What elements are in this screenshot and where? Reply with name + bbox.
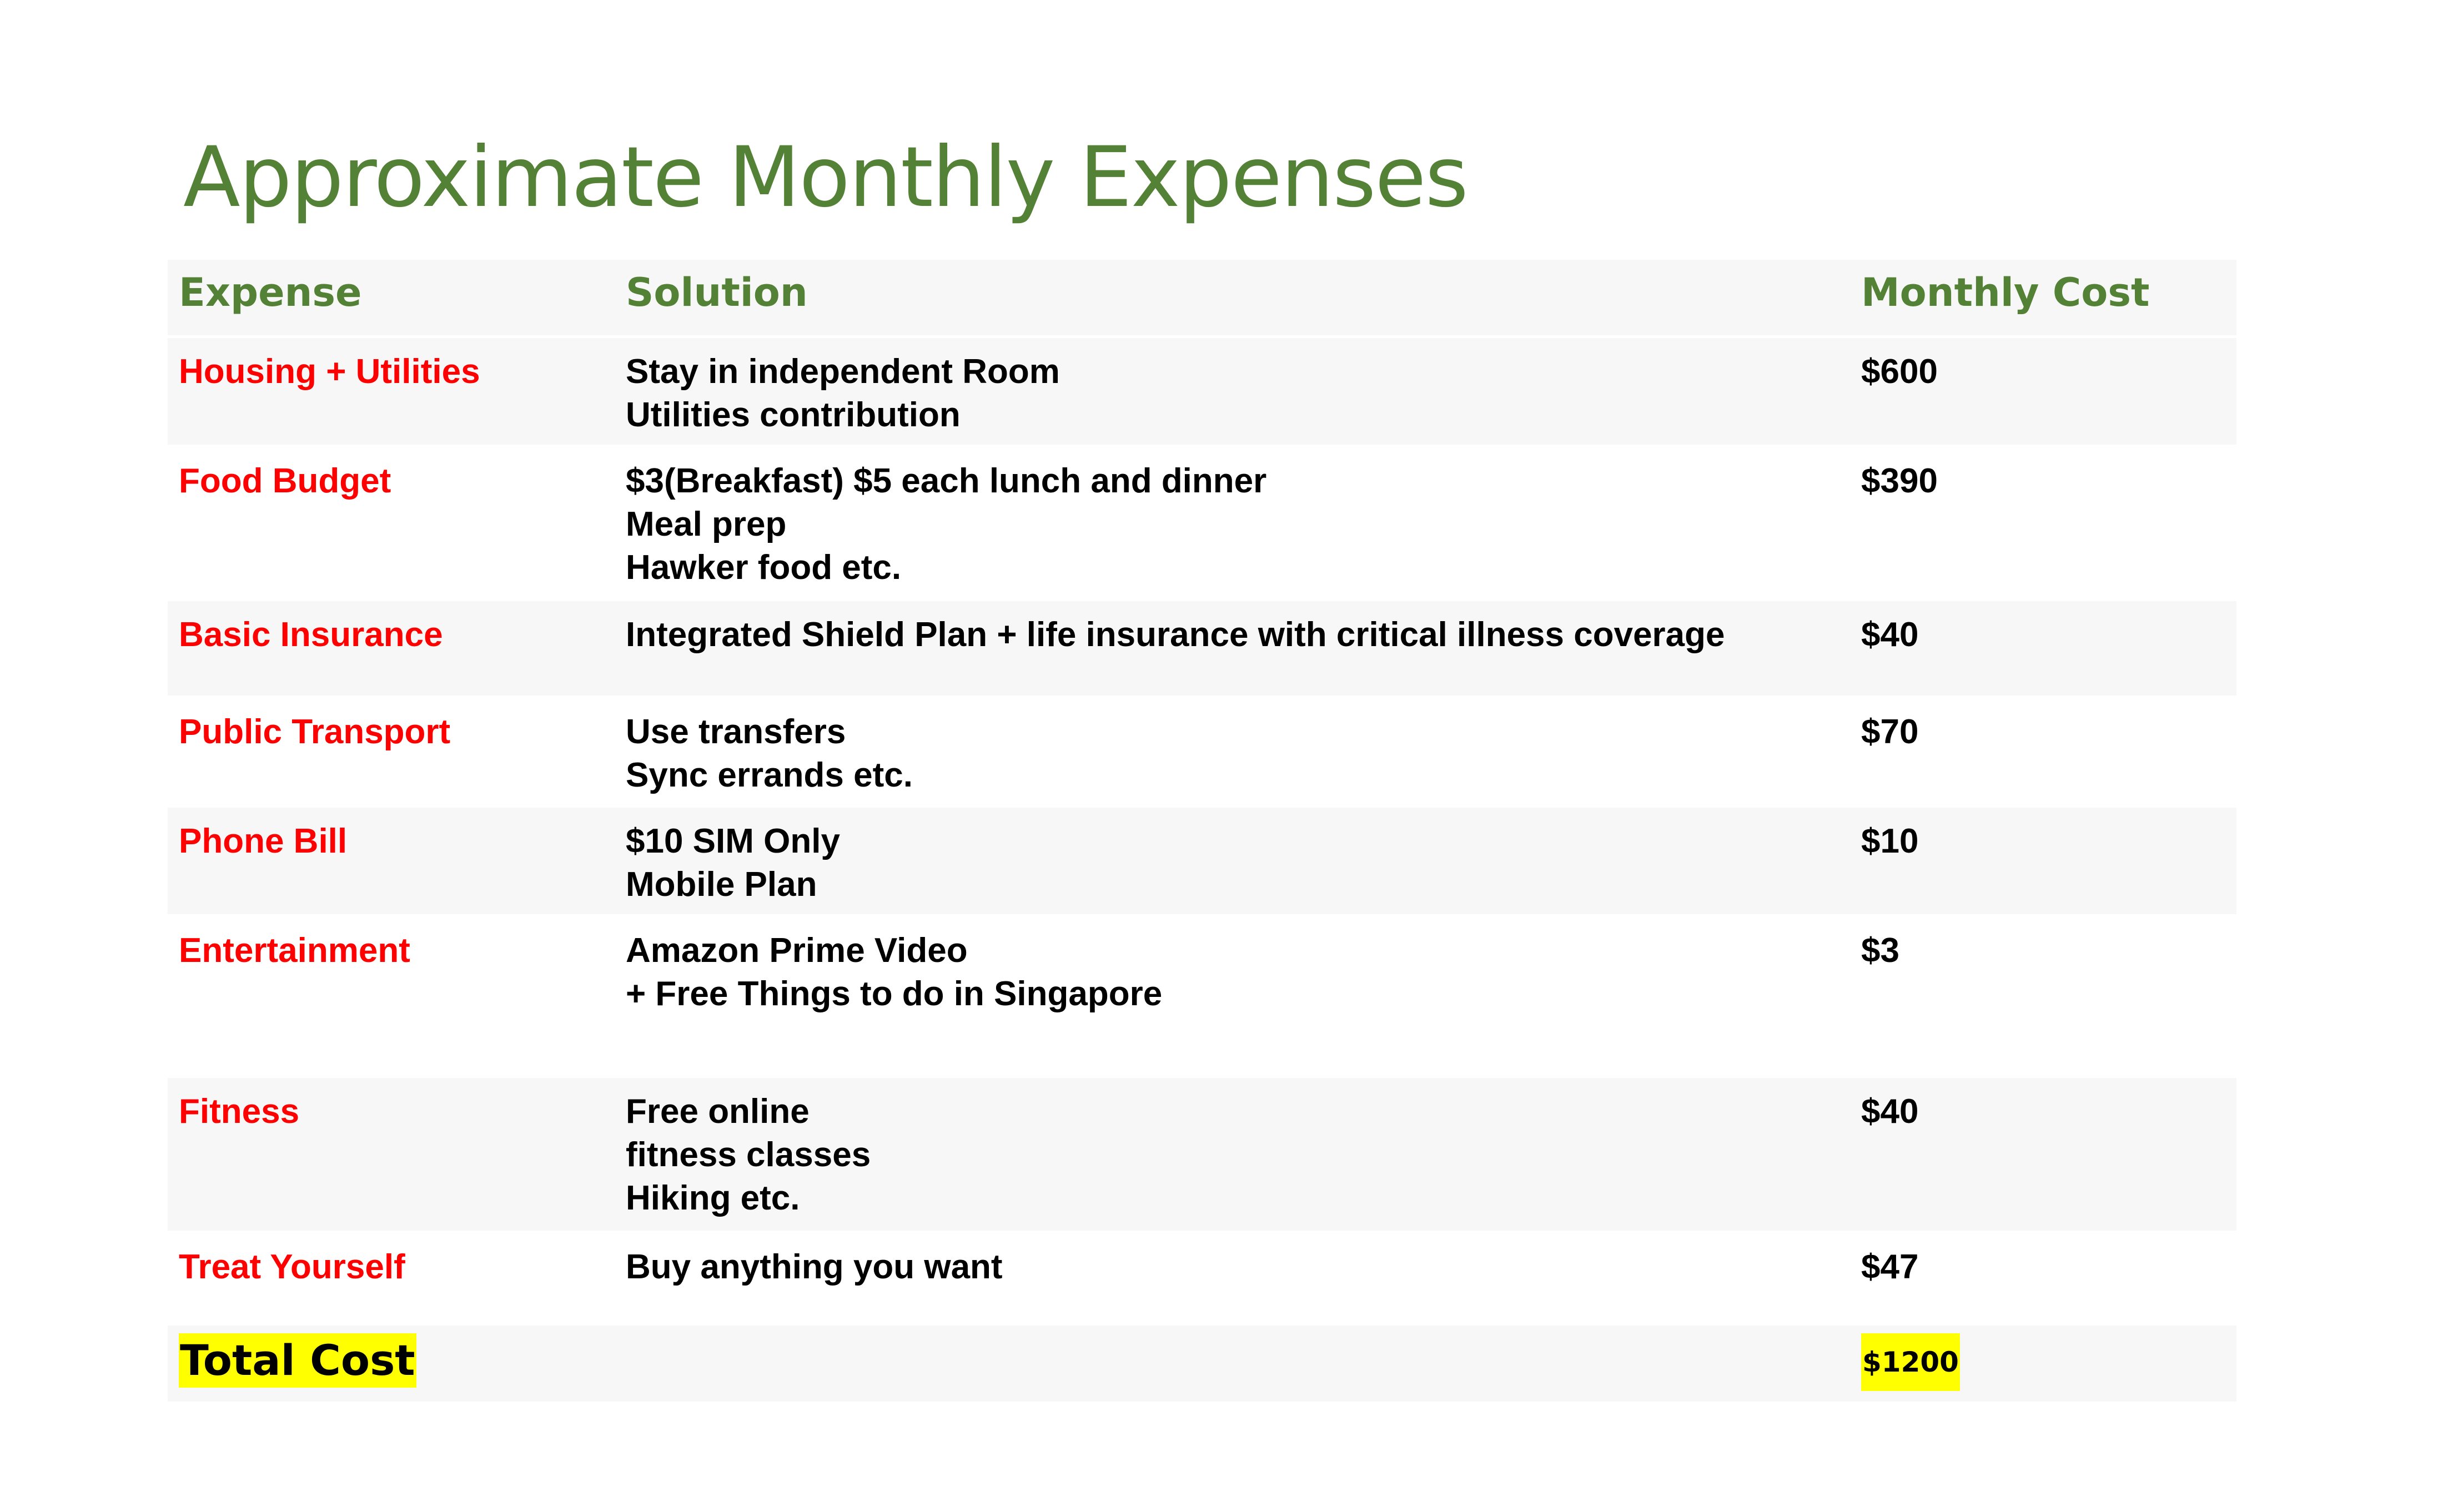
solution-cell: $3(Breakfast) $5 each lunch and dinner M… xyxy=(615,444,1850,599)
expense-name: Phone Bill xyxy=(168,804,615,915)
page-title: Approximate Monthly Expenses xyxy=(183,129,1469,226)
expense-name: Entertainment xyxy=(168,914,615,1076)
expense-name: Housing + Utilities xyxy=(168,335,615,446)
total-value-cell: $1200 xyxy=(1850,1322,2236,1402)
solution-line: Mobile Plan xyxy=(626,865,817,904)
solution-cell: Integrated Shield Plan + life insurance … xyxy=(615,598,1850,697)
table-row: Treat Yourself Buy anything you want $47 xyxy=(168,1230,2236,1324)
expense-name: Food Budget xyxy=(168,444,615,599)
solution-line: Stay in independent Room xyxy=(626,352,1060,391)
solution-cell: Free online fitness classes Hiking etc. xyxy=(615,1075,1850,1232)
solution-line: fitness classes xyxy=(626,1135,871,1174)
expense-name: Basic Insurance xyxy=(168,598,615,697)
solution-line: Sync errands etc. xyxy=(626,755,913,794)
monthly-cost: $40 xyxy=(1850,1075,2236,1232)
table-row: Fitness Free online fitness classes Hiki… xyxy=(168,1075,2236,1232)
solution-line: Hawker food etc. xyxy=(626,548,902,587)
solution-line: Utilities contribution xyxy=(626,395,961,434)
expense-name: Public Transport xyxy=(168,695,615,806)
solution-cell: $10 SIM Only Mobile Plan xyxy=(615,804,1850,915)
monthly-cost: $47 xyxy=(1850,1230,2236,1324)
monthly-cost: $390 xyxy=(1850,444,2236,599)
solution-line: Integrated Shield Plan + life insurance … xyxy=(626,615,1725,654)
expense-name: Fitness xyxy=(168,1075,615,1232)
solution-cell: Buy anything you want xyxy=(615,1230,1850,1324)
total-row: Total Cost $1200 xyxy=(168,1322,2236,1402)
solution-cell: Amazon Prime Video + Free Things to do i… xyxy=(615,914,1850,1076)
table-row: Phone Bill $10 SIM Only Mobile Plan $10 xyxy=(168,804,2236,915)
solution-line: Use transfers xyxy=(626,712,846,751)
solution-line: + Free Things to do in Singapore xyxy=(626,974,1163,1013)
monthly-cost: $40 xyxy=(1850,598,2236,697)
total-cost-label: Total Cost xyxy=(179,1333,416,1388)
header-solution: Solution xyxy=(615,260,1850,338)
monthly-cost: $600 xyxy=(1850,335,2236,446)
solution-line: $3(Breakfast) $5 each lunch and dinner xyxy=(626,461,1267,500)
solution-line: Meal prep xyxy=(626,505,787,543)
total-label-cell: Total Cost xyxy=(168,1322,615,1402)
monthly-cost: $70 xyxy=(1850,695,2236,806)
table-row: Housing + Utilities Stay in independent … xyxy=(168,335,2236,446)
solution-line: Hiking etc. xyxy=(626,1178,800,1217)
table-row: Basic Insurance Integrated Shield Plan +… xyxy=(168,598,2236,697)
header-monthly-cost: Monthly Cost xyxy=(1850,260,2236,338)
solution-cell: Stay in independent Room Utilities contr… xyxy=(615,335,1850,446)
monthly-cost: $10 xyxy=(1850,804,2236,915)
expenses-table: Expense Solution Monthly Cost Housing + … xyxy=(168,260,2236,1402)
solution-line: Buy anything you want xyxy=(626,1247,1003,1286)
table-row: Public Transport Use transfers Sync erra… xyxy=(168,695,2236,806)
solution-cell: Use transfers Sync errands etc. xyxy=(615,695,1850,806)
total-empty-cell xyxy=(615,1322,1850,1402)
table-row: Entertainment Amazon Prime Video + Free … xyxy=(168,914,2236,1076)
total-cost-value: $1200 xyxy=(1861,1333,1960,1391)
monthly-cost: $3 xyxy=(1850,914,2236,1076)
solution-line: Amazon Prime Video xyxy=(626,931,968,970)
expense-name: Treat Yourself xyxy=(168,1230,615,1324)
header-expense: Expense xyxy=(168,260,615,338)
solution-line: Free online xyxy=(626,1092,810,1131)
solution-line: $10 SIM Only xyxy=(626,821,840,860)
table-row: Food Budget $3(Breakfast) $5 each lunch … xyxy=(168,444,2236,599)
table-header-row: Expense Solution Monthly Cost xyxy=(168,260,2236,338)
